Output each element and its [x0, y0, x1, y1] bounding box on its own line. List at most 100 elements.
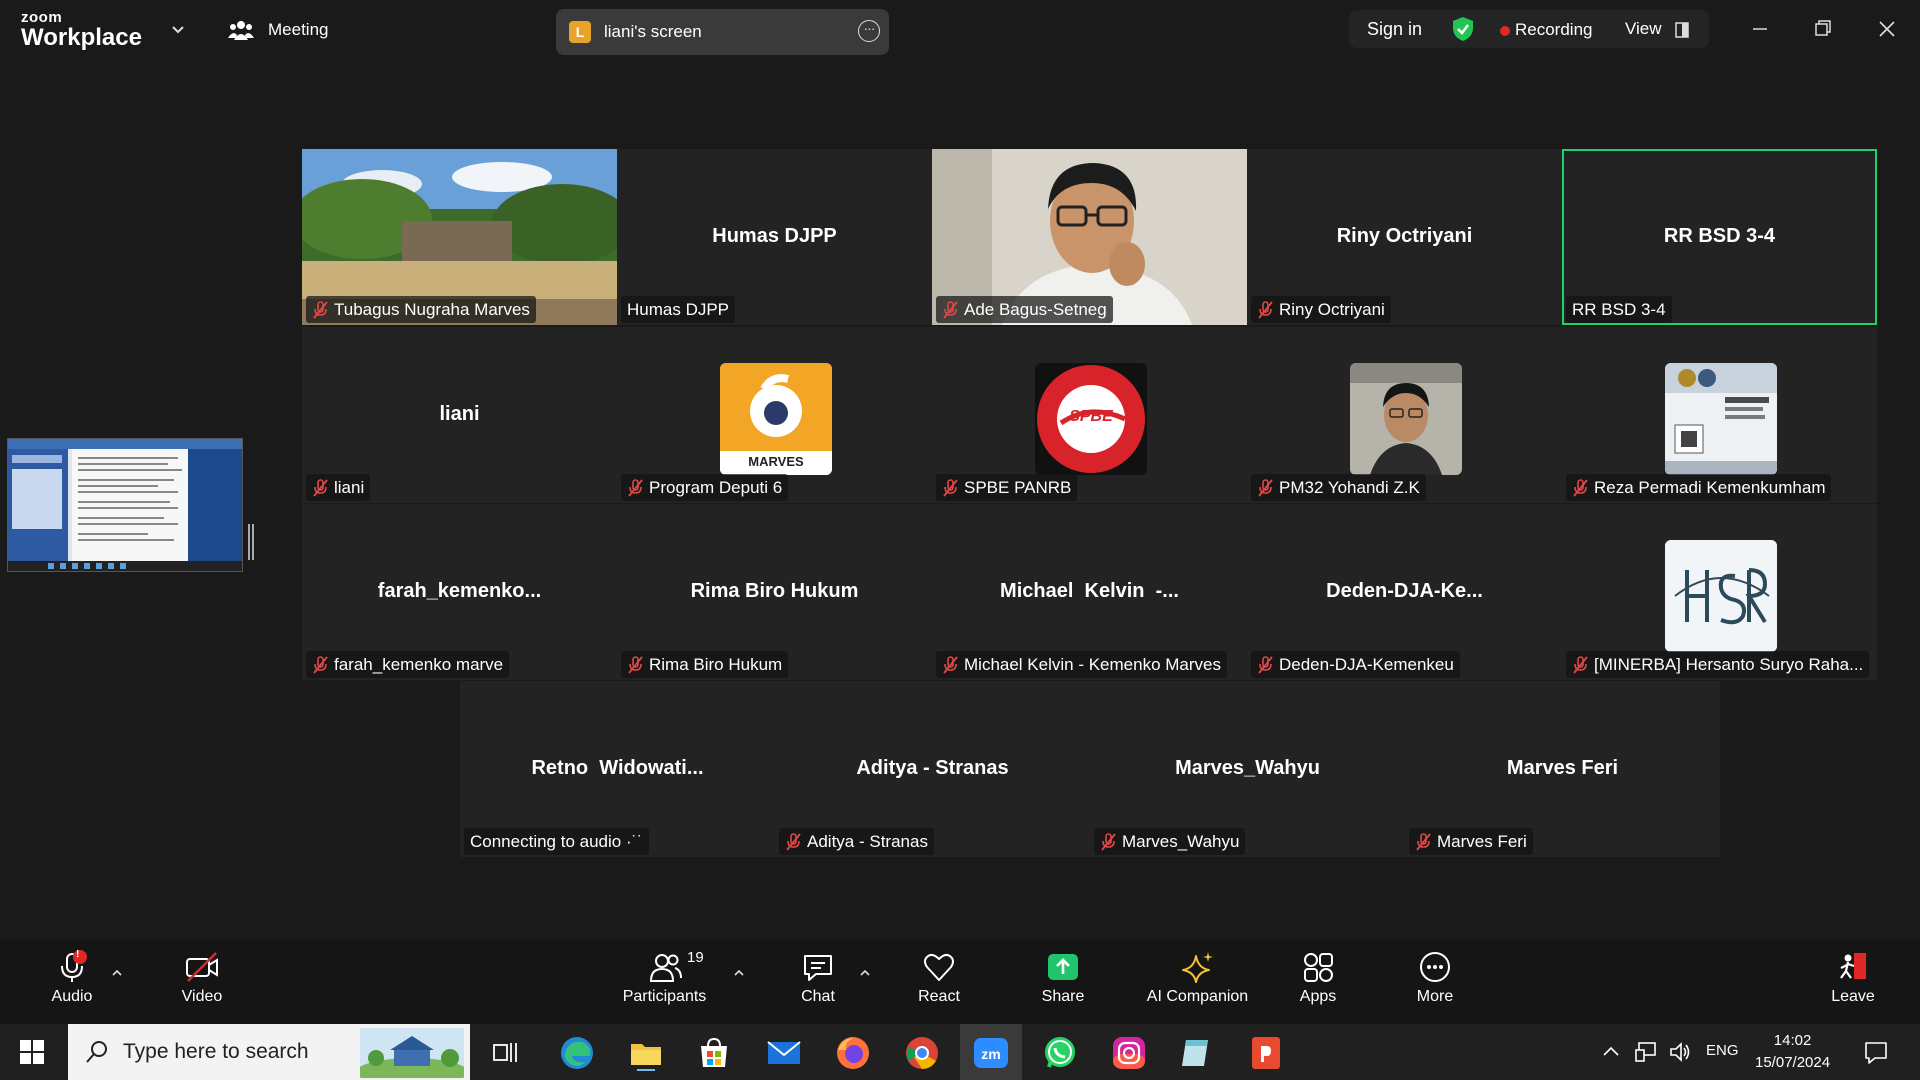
participant-name-label: SPBE PANRB [964, 478, 1072, 497]
participant-tile[interactable]: Rima Biro Hukum Rima Biro Hukum [617, 504, 932, 680]
participant-name-label: Aditya - Stranas [807, 832, 928, 851]
audio-label: Audio [51, 988, 93, 1005]
participant-tile[interactable]: Humas DJPP Humas DJPP [617, 149, 932, 325]
participant-tile[interactable]: liani liani [302, 327, 617, 503]
profile-picture [1665, 540, 1777, 652]
participant-tile[interactable]: Retno Widowati... Connecting to audio ·˙… [460, 681, 775, 857]
participant-name-tag: farah_kemenko marve [306, 651, 510, 678]
participant-display-name: Deden-DJA-Ke... [1326, 580, 1483, 602]
participant-display-name: Retno Widowati... [531, 757, 704, 779]
search-highlight-illustration-icon [360, 1028, 464, 1078]
participant-tile[interactable]: PM32 Yohandi Z.K [1247, 327, 1562, 503]
hsr-logo-icon [1665, 540, 1777, 652]
participant-tile[interactable]: Tubagus Nugraha Marves [302, 149, 617, 325]
active-speaker-tile[interactable]: RR BSD 3-4 RR BSD 3-4 [1562, 149, 1877, 325]
mail-icon[interactable] [765, 1034, 803, 1072]
share-screen-icon [1048, 954, 1078, 980]
whatsapp-icon[interactable] [1041, 1034, 1079, 1072]
leave-button[interactable]: Leave [1830, 950, 1876, 1006]
ai-companion-button[interactable]: AI Companion [1140, 950, 1255, 1006]
participants-icon [649, 954, 682, 982]
participant-tile[interactable]: [MINERBA] Hersanto Suryo Raha... [1562, 504, 1877, 680]
notifications-icon[interactable] [1863, 1039, 1889, 1065]
connecting-audio-status: Connecting to audio ·˙˙ [470, 832, 643, 851]
clock-date: 15/07/2024 [1755, 1054, 1831, 1071]
share-button[interactable]: Share [1038, 950, 1088, 1006]
avatar-caption: MARVES [748, 454, 804, 469]
notes-app-icon[interactable] [1178, 1034, 1216, 1072]
security-shield-icon[interactable] [1451, 16, 1475, 42]
thumbnail-resize-handle[interactable] [248, 524, 254, 560]
edge-browser-icon[interactable] [558, 1034, 596, 1072]
windows-start-icon[interactable] [20, 1040, 44, 1064]
participant-name-tag: liani [306, 474, 371, 501]
apps-button[interactable]: Apps [1298, 950, 1338, 1006]
svg-text:zm: zm [981, 1046, 1000, 1062]
participant-name-tag: Aditya - Stranas [779, 828, 934, 855]
avatar-caption: SPBE [1069, 408, 1113, 425]
chat-icon [804, 955, 832, 981]
participant-tile[interactable]: Aditya - Stranas Aditya - Stranas [775, 681, 1090, 857]
muted-mic-icon [943, 478, 958, 497]
zoom-app-icon[interactable]: zm [972, 1034, 1010, 1072]
network-icon[interactable] [1634, 1040, 1658, 1064]
participant-name-tag: Connecting to audio ·˙˙ [464, 828, 649, 855]
shared-screen-thumbnail[interactable] [7, 438, 243, 572]
react-button[interactable]: React [914, 950, 964, 1006]
chevron-down-icon[interactable] [171, 22, 185, 36]
restore-icon[interactable] [1808, 14, 1838, 44]
participant-name-tag: [MINERBA] Hersanto Suryo Raha... [1566, 651, 1870, 678]
participant-display-name: Aditya - Stranas [856, 757, 1009, 779]
close-icon[interactable] [1872, 14, 1902, 44]
participant-name-tag: Deden-DJA-Kemenkeu [1251, 651, 1460, 678]
more-icon [1420, 952, 1450, 982]
more-options-icon[interactable]: ··· [858, 20, 880, 42]
more-label: More [1416, 988, 1454, 1005]
view-button[interactable]: View [1625, 19, 1662, 39]
participant-name-tag: SPBE PANRB [936, 474, 1078, 501]
chrome-icon[interactable] [903, 1034, 941, 1072]
file-explorer-icon[interactable] [627, 1034, 665, 1072]
sign-in-button[interactable]: Sign in [1367, 19, 1422, 40]
chevron-up-icon[interactable] [859, 968, 871, 978]
participant-name-tag: Riny Octriyani [1251, 296, 1391, 323]
participant-tile[interactable]: Reza Permadi Kemenkumham [1562, 327, 1877, 503]
microsoft-store-icon[interactable] [695, 1034, 733, 1072]
chevron-up-icon[interactable] [111, 968, 123, 978]
profile-picture [1665, 363, 1777, 475]
participant-tile[interactable]: Michael Kelvin -... Michael Kelvin - Kem… [932, 504, 1247, 680]
shared-document-preview [8, 439, 242, 571]
screen-share-pill[interactable]: L liani's screen ··· [556, 9, 889, 55]
participant-name-tag: Ade Bagus-Setneg [936, 296, 1113, 323]
meeting-info-button[interactable]: Meeting [228, 18, 328, 42]
audio-button[interactable]: ! Audio [44, 949, 100, 1006]
pdf-app-icon[interactable] [1247, 1034, 1285, 1072]
participant-tile[interactable]: MARVES Program Deputi 6 [617, 327, 932, 503]
language-indicator[interactable]: ENG [1706, 1042, 1739, 1059]
more-button[interactable]: More [1415, 950, 1455, 1006]
participant-tile[interactable]: SPBE SPBE PANRB [932, 327, 1247, 503]
participants-button[interactable]: 19 Participants [617, 949, 712, 1006]
participant-tile[interactable]: Marves_Wahyu Marves_Wahyu [1090, 681, 1405, 857]
chat-button[interactable]: Chat [800, 950, 836, 1006]
participant-name-tag: Humas DJPP [621, 296, 736, 323]
participant-tile[interactable]: Riny Octriyani Riny Octriyani [1247, 149, 1562, 325]
video-button[interactable]: Video [174, 950, 230, 1006]
participant-name-label: farah_kemenko marve [334, 655, 504, 674]
task-view-icon[interactable] [491, 1038, 519, 1066]
participant-tile[interactable]: farah_kemenko... farah_kemenko marve [302, 504, 617, 680]
firefox-icon[interactable] [834, 1034, 872, 1072]
participant-tile[interactable]: Deden-DJA-Ke... Deden-DJA-Kemenkeu [1247, 504, 1562, 680]
chevron-up-icon[interactable] [1601, 1042, 1621, 1062]
minimize-icon[interactable] [1745, 14, 1775, 44]
recording-indicator[interactable]: Recording [1515, 20, 1593, 40]
participant-tile[interactable]: Ade Bagus-Setneg [932, 149, 1247, 325]
participant-tile[interactable]: Marves Feri Marves Feri [1405, 681, 1720, 857]
chevron-up-icon[interactable] [733, 968, 745, 978]
participants-label: Participants [622, 988, 707, 1005]
taskbar-search-box[interactable]: Type here to search [68, 1024, 470, 1080]
taskbar-clock[interactable]: 14:02 15/07/2024 [1755, 1030, 1830, 1074]
volume-icon[interactable] [1668, 1040, 1692, 1064]
profile-picture [1350, 363, 1462, 475]
instagram-icon[interactable] [1110, 1034, 1148, 1072]
